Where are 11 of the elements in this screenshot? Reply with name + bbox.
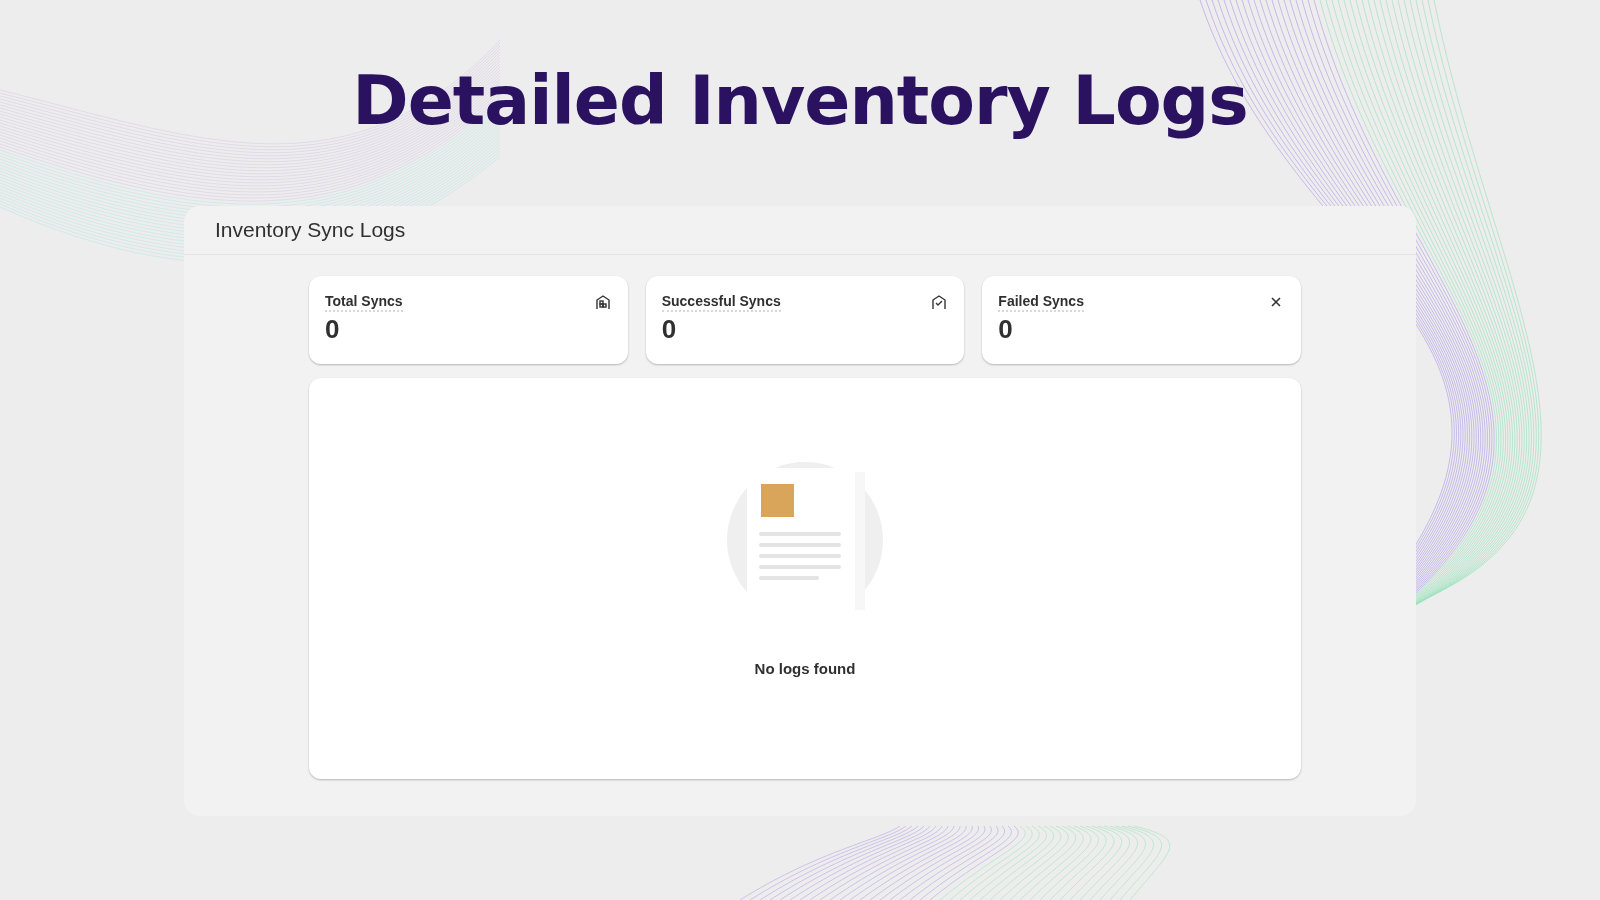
- stat-label: Successful Syncs: [661, 293, 781, 312]
- panel-title: Inventory Sync Logs: [215, 218, 406, 242]
- stat-value: 0: [998, 314, 1013, 345]
- stat-label: Failed Syncs: [998, 293, 1084, 312]
- stat-label: Total Syncs: [325, 293, 403, 312]
- warehouse-icon: [593, 293, 612, 311]
- empty-message: No logs found: [754, 660, 856, 677]
- page-headline: Detailed Inventory Logs: [352, 60, 1248, 142]
- check-icon: [930, 293, 949, 311]
- stat-value: 0: [661, 314, 677, 345]
- stat-value: 0: [325, 314, 340, 345]
